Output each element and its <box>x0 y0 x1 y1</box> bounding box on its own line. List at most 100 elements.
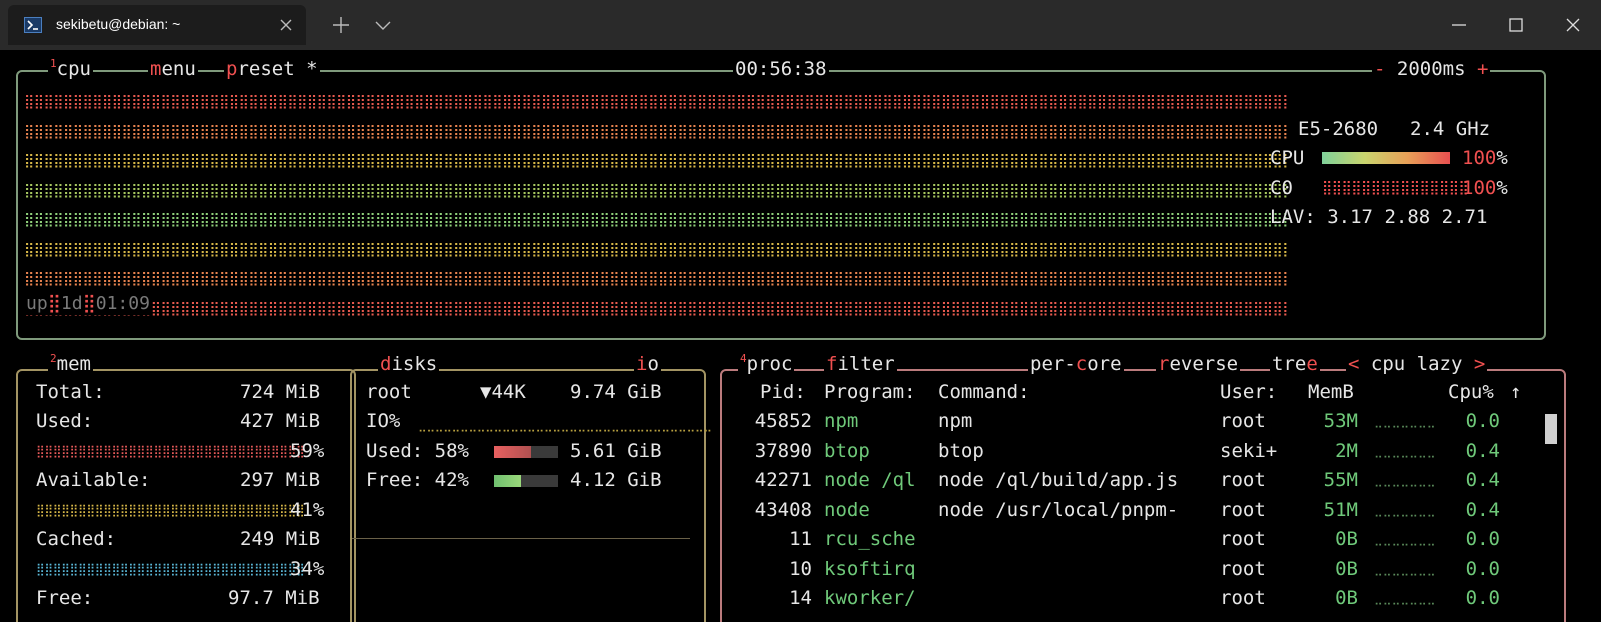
proc-cpu-sparkline: ⣀⣀⣀⣀⣀⣀⣀ <box>1374 591 1436 605</box>
proc-pid: 42271 <box>754 469 812 491</box>
col-memb[interactable]: MemB <box>1308 381 1354 403</box>
proc-cpu-sparkline: ⣀⣀⣀⣀⣀⣀⣀ <box>1374 414 1436 428</box>
filter-button[interactable]: filter <box>824 353 897 375</box>
disk-io-rate: ▼44K <box>480 381 526 403</box>
sort-prev[interactable]: < <box>1348 353 1359 375</box>
col-cpu[interactable]: Cpu% <box>1448 381 1494 403</box>
mem-used-meter: ⣿⣿⣿⣿⣿⣿⣿⣿⣿⣿⣿⣿⣿⣿⣿⣿⣿⣿⣿⣿⣿⣿⣿⣿⣿⣿⣿⣿⣿⣿⣿⣿ <box>36 444 305 458</box>
update-interval[interactable]: - 2000ms + <box>1372 58 1491 80</box>
proc-program: node <box>824 498 870 521</box>
cpu-graph-row: ⣿⣿⣿⣿⣿⣿⣿⣿⣿⣿⣿⣿⣿⣿⣿⣿⣿⣿⣿⣿⣿⣿⣿⣿⣿⣿⣿⣿⣿⣿⣿⣿⣿⣿⣿⣿⣿⣿⣿⣿… <box>24 94 1288 110</box>
cpu-graph-row: ⣿⣿⣿⣿⣿⣿⣿⣿⣿⣿⣿⣿⣿⣿⣿⣿⣿⣿⣿⣿⣿⣿⣿⣿⣿⣿⣿⣿⣿⣿⣿⣿⣿⣿⣿⣿⣿⣿⣿⣿… <box>24 182 1288 199</box>
disk-used-size: 5.61 GiB <box>570 440 662 462</box>
menu-button[interactable]: menu <box>148 58 198 80</box>
col-user[interactable]: User: <box>1220 381 1277 403</box>
chevron-down-icon[interactable] <box>372 14 394 36</box>
mem-cached-meter: ⣿⣿⣿⣿⣿⣿⣿⣿⣿⣿⣿⣿⣿⣿⣿⣿⣿⣿⣿⣿⣿⣿⣿⣿⣿⣿⣿⣿⣿⣿⣿⣿ <box>36 562 305 576</box>
io-toggle[interactable]: io <box>634 353 661 375</box>
proc-cpu: 0.4 <box>1465 498 1500 521</box>
mem-used-value: 427 MiB <box>240 410 321 432</box>
proc-mem: 53M <box>1323 410 1358 432</box>
mem-available-meter: ⣿⣿⣿⣿⣿⣿⣿⣿⣿⣿⣿⣿⣿⣿⣿⣿⣿⣿⣿⣿⣿⣿⣿⣿⣿⣿⣿⣿⣿⣿⣿⣿ <box>36 503 305 517</box>
maximize-icon[interactable] <box>1505 14 1527 36</box>
cpu-panel-title[interactable]: 1cpu <box>48 57 93 83</box>
window-close-icon[interactable] <box>1562 14 1584 36</box>
reverse-toggle[interactable]: reverse <box>1156 353 1241 375</box>
proc-command: btop <box>938 439 984 462</box>
disk-free-label: Free: 42% <box>366 469 469 491</box>
per-core-toggle[interactable]: per-core <box>1028 353 1124 375</box>
terminal-tab[interactable]: sekibetu@debian: ~ <box>8 5 306 45</box>
mem-free-value: 97.7 MiB <box>228 587 320 609</box>
proc-pid: 45852 <box>754 410 812 432</box>
cpu-total-label: CPU <box>1270 147 1305 169</box>
disk-used-meter <box>494 446 558 458</box>
proc-program: kworker/ <box>824 587 916 609</box>
col-pid[interactable]: Pid: <box>760 381 806 403</box>
disk-root-label: root <box>366 381 412 403</box>
cpu-graph-row: ⣿⣿⣿⣿⣿⣿⣿⣿⣿⣿⣿⣿⣿⣿⣿⣿⣿⣿⣿⣿⣿⣿⣿⣿⣿⣿⣿⣿⣿⣿⣿⣿⣿⣿⣿⣿⣿⣿⣿⣿… <box>24 241 1288 258</box>
proc-cpu-sparkline: ⣀⣀⣀⣀⣀⣀⣀ <box>1374 502 1436 517</box>
mem-panel <box>16 369 356 622</box>
proc-mem: 55M <box>1323 469 1358 491</box>
col-command[interactable]: Command: <box>938 381 1030 403</box>
disk-divider <box>352 538 690 539</box>
proc-cpu: 0.4 <box>1465 469 1500 491</box>
preset-button[interactable]: preset * <box>224 58 320 80</box>
cpu-graph-row: ⣿⣿⣿⣿⣿⣿⣿⣿⣿⣿⣿⣿⣿⣿⣿⣿⣿⣿⣿⣿⣿⣿⣿⣿⣿⣿⣿⣿⣿⣿⣿⣿⣿⣿⣿⣿⣿⣿⣿⣿… <box>24 153 1288 169</box>
disk-free-size: 4.12 GiB <box>570 469 662 491</box>
proc-cpu-sparkline: ⣀⣀⣀⣀⣀⣀⣀ <box>1374 561 1436 576</box>
cpu-model: E5-2680 <box>1296 118 1381 140</box>
proc-mem: 0B <box>1335 587 1358 609</box>
tab-title: sekibetu@debian: ~ <box>56 16 181 32</box>
mem-total-label: Total: <box>36 381 105 403</box>
window-titlebar: sekibetu@debian: ~ <box>0 0 1601 50</box>
disks-panel <box>350 369 706 622</box>
tree-toggle[interactable]: tree <box>1270 353 1320 375</box>
proc-cpu-sparkline: ⣀⣀⣀⣀⣀⣀⣀ <box>1374 532 1436 546</box>
proc-pid: 37890 <box>754 439 812 462</box>
proc-user: root <box>1220 587 1266 609</box>
new-tab-plus-icon[interactable] <box>330 14 352 36</box>
disk-io-meter: ⣀⣀⣀⣀⣀⣀⣀⣀⣀⣀⣀⣀⣀⣀⣀⣀⣀⣀⣀⣀⣀⣀⣀⣀⣀⣀⣀⣀⣀⣀⣀⣀⣀⣀⣀ <box>418 418 712 432</box>
proc-cpu: 0.0 <box>1465 410 1500 432</box>
cpu-graph-row: ⣿⣿⣿⣿⣿⣿⣿⣿⣿⣿⣿⣿⣿⣿⣿⣿⣿⣿⣿⣿⣿⣿⣿⣿⣿⣿⣿⣿⣿⣿⣿⣿⣿⣿⣿⣿⣿⣿⣿⣿… <box>24 123 1288 140</box>
mem-used-percent: 59% <box>290 440 325 462</box>
load-average: LAV: 3.17 2.88 2.71 <box>1270 206 1488 228</box>
disk-used-label: Used: 58% <box>366 440 469 462</box>
minimize-icon[interactable] <box>1448 14 1470 36</box>
proc-cpu: 0.0 <box>1465 557 1500 580</box>
sort-next[interactable]: > <box>1474 353 1485 375</box>
process-scrollbar[interactable] <box>1545 414 1557 444</box>
disk-used-meter-fill <box>494 446 532 458</box>
proc-user: root <box>1220 528 1266 550</box>
proc-user: root <box>1220 469 1266 491</box>
proc-program: node /ql <box>824 469 916 491</box>
proc-cpu: 0.0 <box>1465 587 1500 609</box>
tab-close-icon[interactable] <box>278 17 294 33</box>
proc-program: npm <box>824 410 859 432</box>
proc-cpu-sparkline: ⣀⣀⣀⣀⣀⣀⣀ <box>1374 473 1436 487</box>
proc-panel-title[interactable]: 4proc <box>738 352 795 378</box>
mem-used-label: Used: <box>36 410 94 432</box>
cpu-total-meter <box>1322 152 1450 164</box>
mem-available-percent: 41% <box>290 499 325 521</box>
proc-user: root <box>1220 557 1266 580</box>
col-program[interactable]: Program: <box>824 381 916 403</box>
mem-panel-title[interactable]: 2mem <box>48 352 93 378</box>
cpu-graph-row: ⣿⣿⣿⣿⣿⣿⣿⣿⣿⣿⣿⣿⣿⣿⣿⣿⣿⣿⣿⣿⣿⣿⣿⣿⣿⣿⣿⣿⣿⣿⣿⣿⣿⣿⣿⣿⣿⣿⣿⣿… <box>24 300 1288 317</box>
proc-pid: 14 <box>789 587 812 609</box>
proc-mem: 0B <box>1335 528 1358 550</box>
proc-program: rcu_sche <box>824 528 916 550</box>
interval-increase[interactable]: + <box>1477 58 1488 80</box>
cpu-frequency: 2.4 GHz <box>1408 118 1493 140</box>
proc-cpu: 0.0 <box>1465 528 1500 550</box>
core0-percent: 100% <box>1462 177 1508 199</box>
mem-cached-value: 249 MiB <box>240 528 321 550</box>
cpu-graph-row: ⣿⣿⣿⣿⣿⣿⣿⣿⣿⣿⣿⣿⣿⣿⣿⣿⣿⣿⣿⣿⣿⣿⣿⣿⣿⣿⣿⣿⣿⣿⣿⣿⣿⣿⣿⣿⣿⣿⣿⣿… <box>24 212 1288 228</box>
disk-free-meter-fill <box>494 475 521 487</box>
disks-panel-title[interactable]: disks <box>378 353 440 375</box>
core0-meter: ⣿⣿⣿⣿⣿⣿⣿⣿⣿⣿⣿⣿⣿⣿⣿ <box>1322 180 1469 196</box>
interval-decrease[interactable]: - <box>1374 58 1385 80</box>
sort-selector[interactable]: < cpu lazy > <box>1346 353 1488 375</box>
